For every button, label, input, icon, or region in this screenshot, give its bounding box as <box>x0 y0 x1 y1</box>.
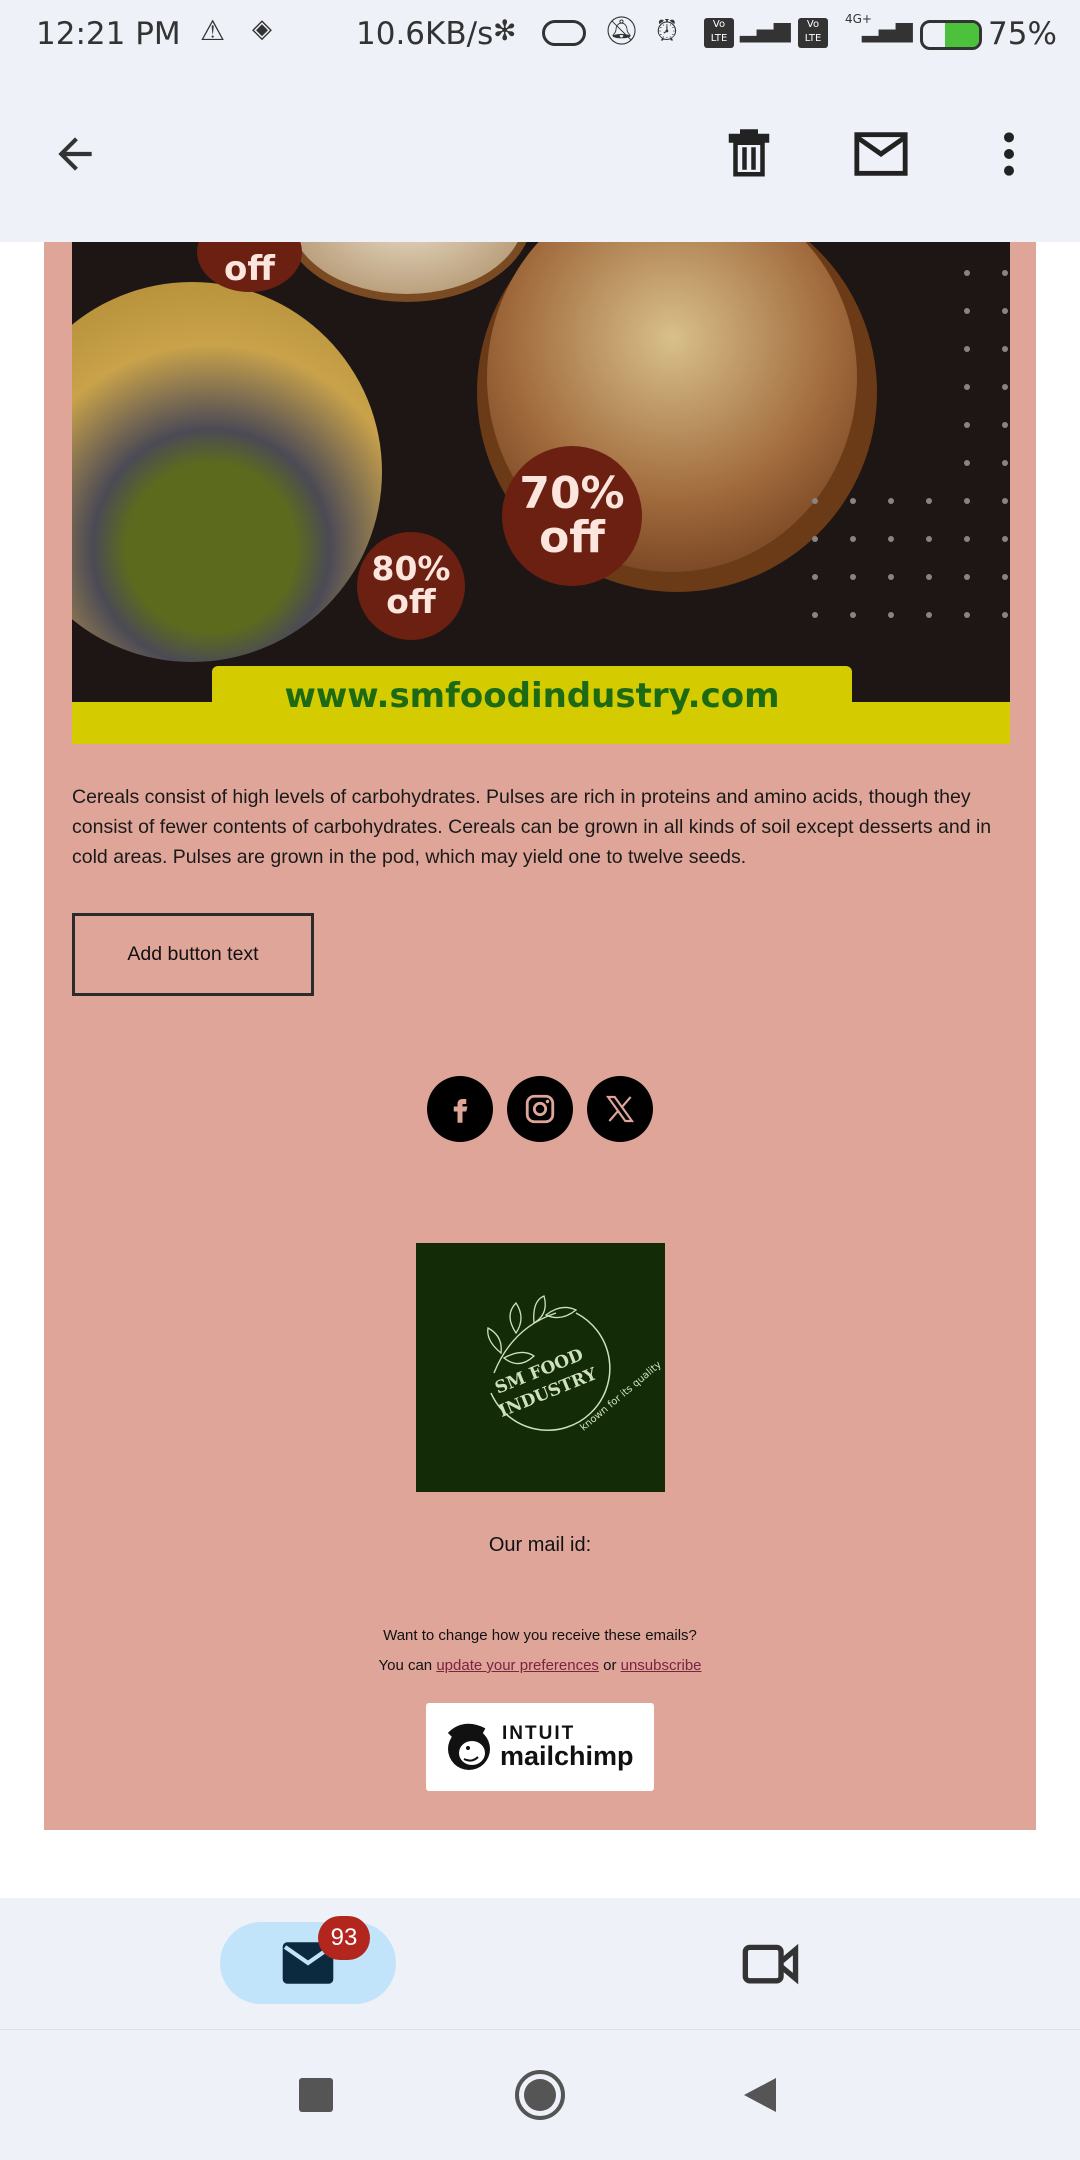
badge-text: off <box>224 249 275 289</box>
pattern-dot <box>888 612 894 618</box>
pattern-dot <box>1002 460 1008 466</box>
pattern-dot <box>964 270 970 276</box>
pattern-dot <box>812 498 818 504</box>
more-vert-icon[interactable] <box>996 129 1022 179</box>
pattern-dot <box>1002 422 1008 428</box>
footer-question: Want to change how you receive these ema… <box>383 1627 697 1644</box>
pattern-dot <box>964 536 970 542</box>
mail-icon[interactable] <box>852 129 910 179</box>
pattern-dot <box>850 498 856 504</box>
net-speed: 10.6KB/s <box>356 16 494 52</box>
x-icon[interactable] <box>587 1076 653 1142</box>
pattern-dot <box>964 308 970 314</box>
home-icon[interactable] <box>515 2070 565 2120</box>
pattern-dot <box>1002 384 1008 390</box>
pattern-dot <box>1002 536 1008 542</box>
update-preferences-link[interactable]: update your preferences <box>436 1657 599 1674</box>
pattern-dot <box>1002 346 1008 352</box>
layers-icon: ◈ <box>252 14 272 44</box>
body-paragraph: Cereals consist of high levels of carboh… <box>72 786 992 868</box>
pattern-dot <box>888 574 894 580</box>
promo-banner-image[interactable]: off 80% off 70% off www.smfoodindustry.com <box>72 242 1010 744</box>
pattern-dot <box>1002 308 1008 314</box>
pattern-dot <box>812 536 818 542</box>
pattern-dot <box>850 536 856 542</box>
pattern-dot <box>926 498 932 504</box>
pattern-dot <box>888 498 894 504</box>
pattern-dot <box>850 612 856 618</box>
badge-off: off <box>386 582 436 621</box>
mail-id-label: Our mail id: <box>488 1534 592 1556</box>
badge-pct: 80% <box>371 549 451 588</box>
volte-icon: Vo LTE <box>704 18 734 48</box>
footer-you-can: You can <box>378 1657 433 1674</box>
pulses-image <box>72 282 382 662</box>
signal-icon-2: ▂▄▆ <box>862 18 913 43</box>
pattern-dot <box>964 460 970 466</box>
add-button[interactable]: Add button text <box>72 913 314 996</box>
pattern-dot <box>964 498 970 504</box>
signal-icon: ▂▄▆ <box>740 18 791 43</box>
battery-icon <box>920 20 982 50</box>
pattern-dot <box>964 422 970 428</box>
system-nav-bar <box>0 2030 1080 2160</box>
unread-count-badge: 93 <box>318 1916 370 1960</box>
mute-bell-icon: 🔕︎ <box>604 14 640 47</box>
mailchimp-wordmark: mailchimp <box>500 1741 634 1771</box>
trash-icon[interactable] <box>722 125 776 183</box>
discount-badge-70: 70% off <box>502 446 642 586</box>
leaf-emblem-icon: SM FOOD INDUSTRY known for its quality <box>487 1295 664 1433</box>
nav-mail-tab[interactable]: 93 <box>220 1916 396 2004</box>
pattern-dot <box>888 536 894 542</box>
toggle-icon <box>542 20 586 46</box>
instagram-icon[interactable] <box>507 1076 573 1142</box>
pattern-dot <box>812 612 818 618</box>
battery-percent: 75% <box>988 16 1057 52</box>
recents-icon[interactable] <box>299 2078 333 2112</box>
pattern-dot <box>926 536 932 542</box>
pattern-dot <box>1002 612 1008 618</box>
status-bar: 12:21 PM ⚠ ◈ 10.6KB/s ✻ 🔕︎ ⏰︎ Vo LTE ▂▄▆… <box>0 0 1080 75</box>
unsubscribe-link[interactable]: unsubscribe <box>621 1657 702 1674</box>
footer-links: You can update your preferences or unsub… <box>44 1657 1036 1674</box>
pattern-dot <box>926 574 932 580</box>
footer-or: or <box>603 1657 617 1674</box>
pattern-dot <box>1002 498 1008 504</box>
pattern-dot <box>964 574 970 580</box>
warning-icon: ⚠ <box>200 14 226 47</box>
mailchimp-freddie-icon <box>447 1723 490 1770</box>
alarm-icon: ⏰︎ <box>656 14 678 47</box>
pattern-dot <box>926 612 932 618</box>
status-time: 12:21 PM <box>36 16 181 52</box>
grain-bowl-image <box>282 242 532 302</box>
pattern-dot <box>812 574 818 580</box>
discount-badge-80: 80% off <box>357 532 465 640</box>
bottom-nav: 93 <box>0 1898 1080 2030</box>
mailchimp-badge[interactable]: INTUIT mailchimp <box>426 1703 654 1791</box>
email-body[interactable]: off 80% off 70% off www.smfoodindustry.com… <box>0 242 1080 1898</box>
badge-off: off <box>539 512 605 563</box>
pattern-dot <box>850 574 856 580</box>
back-arrow-icon[interactable] <box>50 129 100 179</box>
video-icon[interactable] <box>742 1940 800 1986</box>
website-label: www.smfoodindustry.com <box>212 666 852 726</box>
pattern-dot <box>1002 270 1008 276</box>
pattern-dot <box>964 384 970 390</box>
bluetooth-icon: ✻ <box>493 14 517 47</box>
company-logo: SM FOOD INDUSTRY known for its quality <box>416 1243 665 1492</box>
app-bar <box>0 75 1080 242</box>
pattern-dot <box>964 346 970 352</box>
pattern-dot <box>1002 574 1008 580</box>
back-icon[interactable] <box>742 2076 778 2114</box>
facebook-icon[interactable] <box>427 1076 493 1142</box>
pattern-dot <box>964 612 970 618</box>
email-card: off 80% off 70% off www.smfoodindustry.com… <box>44 242 1036 1830</box>
volte-icon-2: Vo LTE <box>798 18 828 48</box>
badge-pct: 70% <box>519 468 625 519</box>
